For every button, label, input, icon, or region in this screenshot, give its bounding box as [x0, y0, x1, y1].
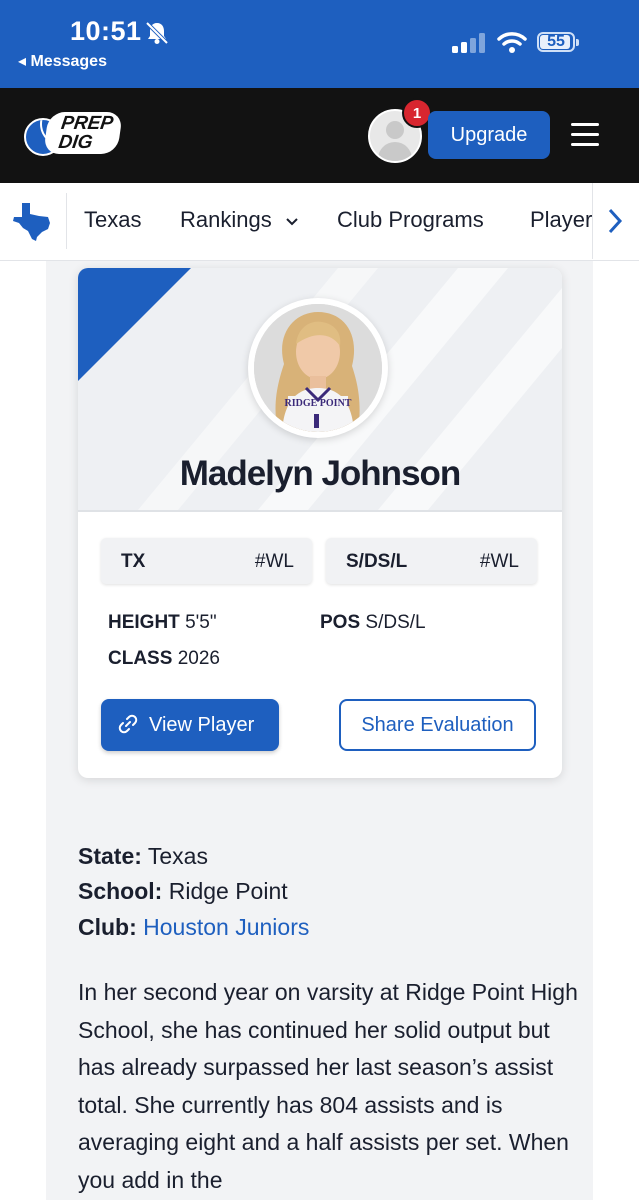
status-bar: 10:51 ◂ Messages 55 — [0, 0, 639, 88]
club-link[interactable]: Houston Juniors — [143, 914, 309, 940]
class-label: CLASS — [108, 648, 173, 669]
position-stat: POS S/DS/L — [320, 612, 426, 634]
player-photo: RIDGE POINT — [248, 298, 388, 438]
bell-muted-icon — [145, 21, 169, 45]
position-rank-chip: S/DS/L #WL — [326, 538, 537, 584]
state-value: Texas — [147, 843, 208, 869]
class-value: 2026 — [177, 648, 220, 669]
cellular-signal-icon — [452, 33, 485, 53]
tab-rankings[interactable]: Rankings — [180, 207, 272, 233]
chevron-right-icon[interactable] — [607, 208, 623, 234]
tab-texas[interactable]: Texas — [84, 207, 141, 233]
status-time: 10:51 — [70, 16, 142, 46]
upgrade-button[interactable]: Upgrade — [428, 111, 550, 159]
school-detail: School: Ridge Point — [78, 878, 288, 905]
view-player-button[interactable]: View Player — [101, 699, 279, 751]
state-rank-chip: TX #WL — [101, 538, 312, 584]
pos-label: POS — [320, 612, 361, 633]
height-label: HEIGHT — [108, 612, 180, 633]
state-label: State: — [78, 843, 142, 869]
logo-text-dig: DIG — [57, 132, 94, 153]
tab-club-programs[interactable]: Club Programs — [337, 207, 484, 233]
battery-level: 55 — [547, 33, 565, 50]
school-value: Ridge Point — [168, 878, 288, 904]
view-player-label: View Player — [149, 714, 255, 736]
player-name: Madelyn Johnson — [179, 454, 462, 493]
height-value: 5'5" — [185, 612, 217, 633]
state-nav-bar: Texas Rankings Club Programs Players — [0, 183, 639, 261]
class-stat: CLASS 2026 — [108, 648, 220, 670]
state-detail: State: Texas — [78, 843, 208, 870]
chip-position-label: S/DS/L — [346, 551, 408, 572]
battery-icon: 55 — [537, 32, 579, 52]
hamburger-menu-icon[interactable] — [571, 123, 599, 147]
pos-value: S/DS/L — [365, 612, 426, 633]
card-header: RIDGE POINT Madelyn Johnson — [78, 268, 562, 510]
prepdig-logo[interactable]: PREP DIG — [24, 110, 123, 162]
player-portrait-image: RIDGE POINT — [254, 304, 382, 432]
chip-state-rank: #WL — [254, 551, 294, 572]
wifi-icon — [497, 32, 527, 53]
chip-state-label: TX — [121, 551, 146, 572]
logo-text-prep: PREP — [59, 113, 115, 134]
chevron-down-icon — [286, 218, 298, 226]
club-detail: Club: Houston Juniors — [78, 914, 309, 941]
club-label: Club: — [78, 914, 137, 940]
chip-position-rank: #WL — [479, 551, 519, 572]
player-card: RIDGE POINT Madelyn Johnson TX #WL S/DS/… — [78, 268, 562, 778]
back-to-messages[interactable]: ◂ Messages — [18, 51, 107, 71]
height-stat: HEIGHT 5'5" — [108, 612, 217, 634]
player-bio: In her second year on varsity at Ridge P… — [78, 979, 578, 1193]
school-label: School: — [78, 878, 163, 904]
texas-state-icon[interactable] — [12, 201, 54, 241]
link-icon — [118, 714, 138, 734]
share-evaluation-button[interactable]: Share Evaluation — [339, 699, 536, 751]
